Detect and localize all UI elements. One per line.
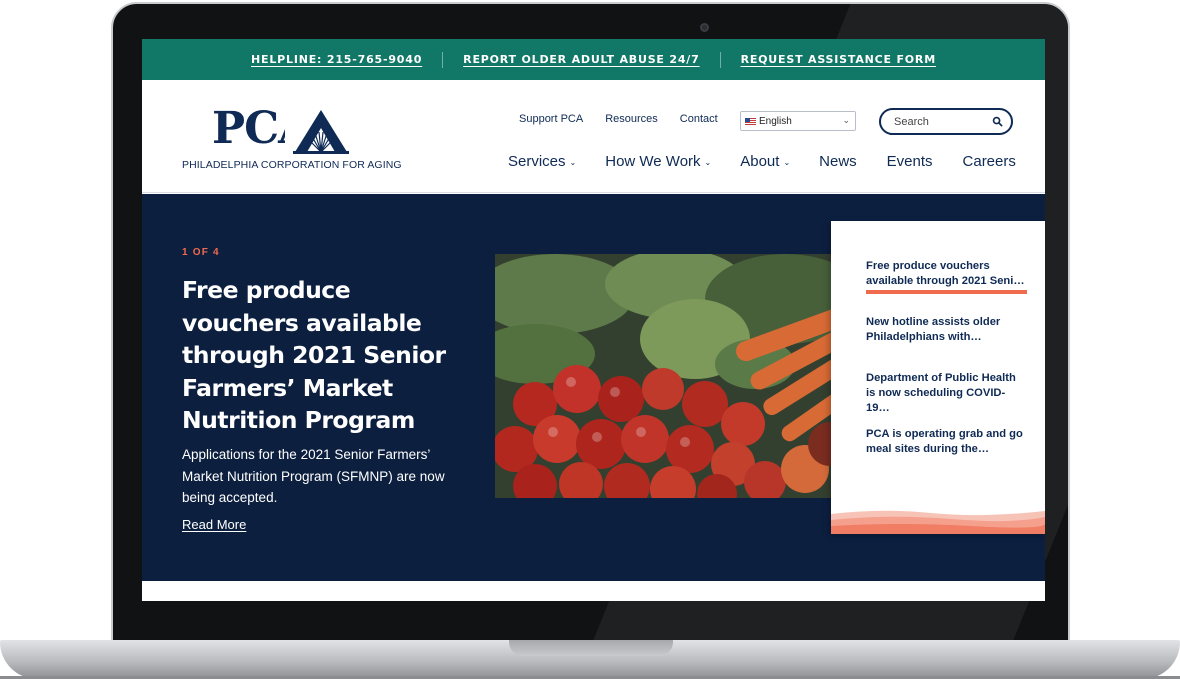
produce-photo	[495, 254, 847, 498]
language-selected-value: English	[759, 115, 792, 127]
request-assistance-link[interactable]: REQUEST ASSISTANCE FORM	[721, 53, 956, 66]
chevron-down-icon: ⌄	[704, 158, 712, 167]
sunburst-logo-icon	[285, 108, 357, 154]
story-item-4[interactable]: PCA is operating grab and go meal sites …	[866, 427, 1028, 457]
browser-screen: HELPLINE: 215-765-9040 REPORT OLDER ADUL…	[142, 39, 1045, 601]
language-select[interactable]: English ⌄	[740, 111, 856, 131]
story-line: is now scheduling COVID-19…	[866, 387, 1006, 414]
story-line: New hotline assists older	[866, 316, 1001, 328]
secondary-nav: Support PCA Resources Contact	[519, 113, 740, 125]
chevron-down-icon: ⌄	[783, 158, 791, 167]
story-item-2[interactable]: New hotline assists older Philadelphians…	[866, 315, 1028, 345]
nav-news[interactable]: News	[819, 153, 857, 170]
decorative-wave	[831, 510, 1045, 534]
search-input[interactable]	[894, 115, 992, 128]
nav-how-we-work[interactable]: How We Work ⌄	[605, 153, 711, 170]
chevron-down-icon: ⌄	[569, 158, 577, 167]
nav-careers-label: Careers	[962, 153, 1016, 170]
contact-link[interactable]: Contact	[680, 113, 718, 125]
site-header: PCA PHILADELPHIA CORPORATION FOR AGING S…	[142, 80, 1045, 193]
pca-logo[interactable]: PCA PHILADELPHIA CORPORATION FOR AGING	[182, 104, 402, 174]
report-abuse-link[interactable]: REPORT OLDER ADULT ABUSE 24/7	[443, 53, 719, 66]
nav-news-label: News	[819, 153, 857, 170]
active-story-indicator	[866, 290, 1027, 294]
page-content-start	[142, 581, 1045, 601]
hero-description: Applications for the 2021 Senior Farmers…	[182, 447, 445, 505]
story-item-1[interactable]: Free produce vouchers available through …	[866, 259, 1028, 289]
nav-services-label: Services	[508, 153, 566, 170]
story-line: available through 2021 Seni…	[866, 275, 1025, 287]
search-icon[interactable]	[992, 116, 1003, 127]
story-line: PCA is operating grab and go	[866, 428, 1023, 440]
us-flag-icon	[745, 117, 756, 125]
story-line: meal sites during the…	[866, 443, 990, 455]
nav-events[interactable]: Events	[887, 153, 933, 170]
story-line: Free produce vouchers	[866, 260, 990, 272]
laptop-base-notch	[509, 640, 673, 656]
nav-about[interactable]: About ⌄	[740, 153, 790, 170]
nav-events-label: Events	[886, 153, 933, 170]
resources-link[interactable]: Resources	[605, 113, 658, 125]
read-more-link[interactable]: Read More	[182, 517, 246, 532]
helpline-link[interactable]: HELPLINE: 215-765-9040	[231, 53, 442, 66]
search-box	[879, 108, 1013, 135]
logo-subtitle: PHILADELPHIA CORPORATION FOR AGING	[182, 159, 402, 171]
story-line: Department of Public Health	[866, 372, 1016, 384]
support-pca-link[interactable]: Support PCA	[519, 113, 583, 125]
camera-icon	[700, 23, 709, 32]
stories-panel: Free produce vouchers available through …	[831, 221, 1045, 534]
nav-services[interactable]: Services ⌄	[508, 153, 576, 170]
nav-how-we-work-label: How We Work	[605, 153, 701, 170]
nav-about-label: About	[740, 153, 780, 170]
main-nav: Services ⌄ How We Work ⌄ About ⌄ News Event…	[508, 153, 1016, 170]
story-item-3[interactable]: Department of Public Health is now sched…	[866, 371, 1028, 416]
slide-counter: 1 OF 4	[182, 247, 220, 258]
utility-bar: HELPLINE: 215-765-9040 REPORT OLDER ADUL…	[142, 39, 1045, 80]
chevron-down-icon: ⌄	[842, 115, 850, 125]
hero-title: Free produce vouchers available through …	[182, 276, 446, 434]
hero-carousel: 1 OF 4 Free produce vouchers available t…	[142, 194, 1045, 581]
nav-careers[interactable]: Careers	[963, 153, 1016, 170]
story-line: Philadelphians with…	[866, 331, 982, 343]
